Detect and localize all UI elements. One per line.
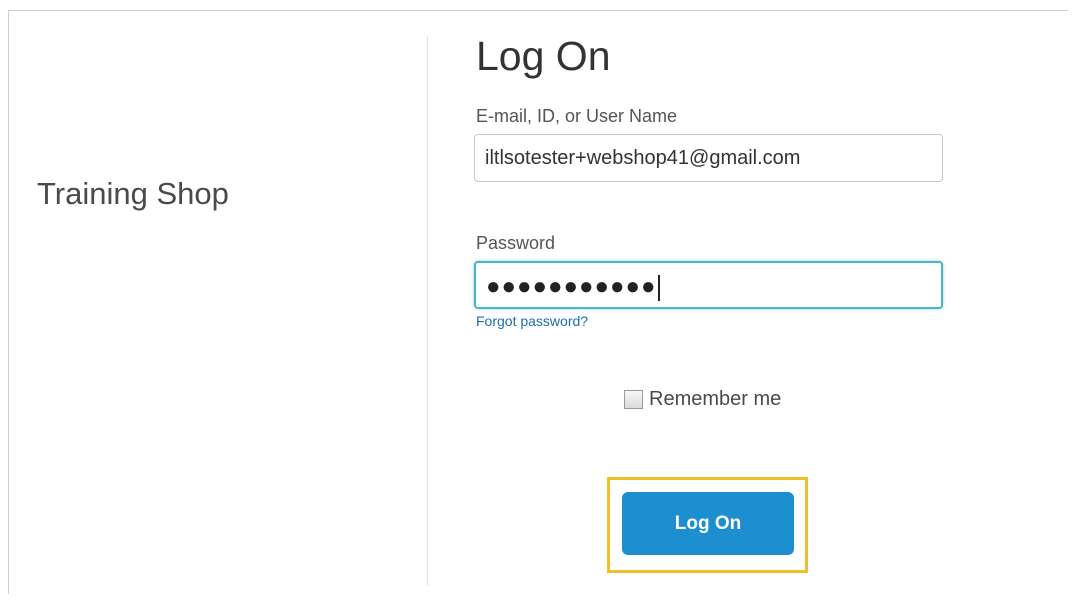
remember-me-option[interactable]: Remember me bbox=[624, 388, 781, 411]
email-label: E-mail, ID, or User Name bbox=[476, 106, 678, 126]
forgot-password-link[interactable]: Forgot password? bbox=[476, 313, 588, 329]
password-field[interactable]: ●●●●●●●●●●● bbox=[474, 261, 943, 309]
email-value: iltlsotester+webshop41@gmail.com bbox=[485, 147, 801, 169]
brand-title: Training Shop bbox=[37, 176, 229, 211]
vertical-divider bbox=[427, 36, 428, 586]
remember-me-checkbox[interactable] bbox=[624, 390, 643, 409]
email-field[interactable]: iltlsotester+webshop41@gmail.com bbox=[474, 134, 943, 182]
log-on-button[interactable]: Log On bbox=[622, 492, 794, 555]
password-label: Password bbox=[476, 233, 556, 253]
password-masked-value: ●●●●●●●●●●● bbox=[486, 273, 661, 301]
text-caret bbox=[658, 274, 661, 301]
page-title: Log On bbox=[476, 33, 611, 79]
remember-me-label: Remember me bbox=[649, 388, 782, 410]
